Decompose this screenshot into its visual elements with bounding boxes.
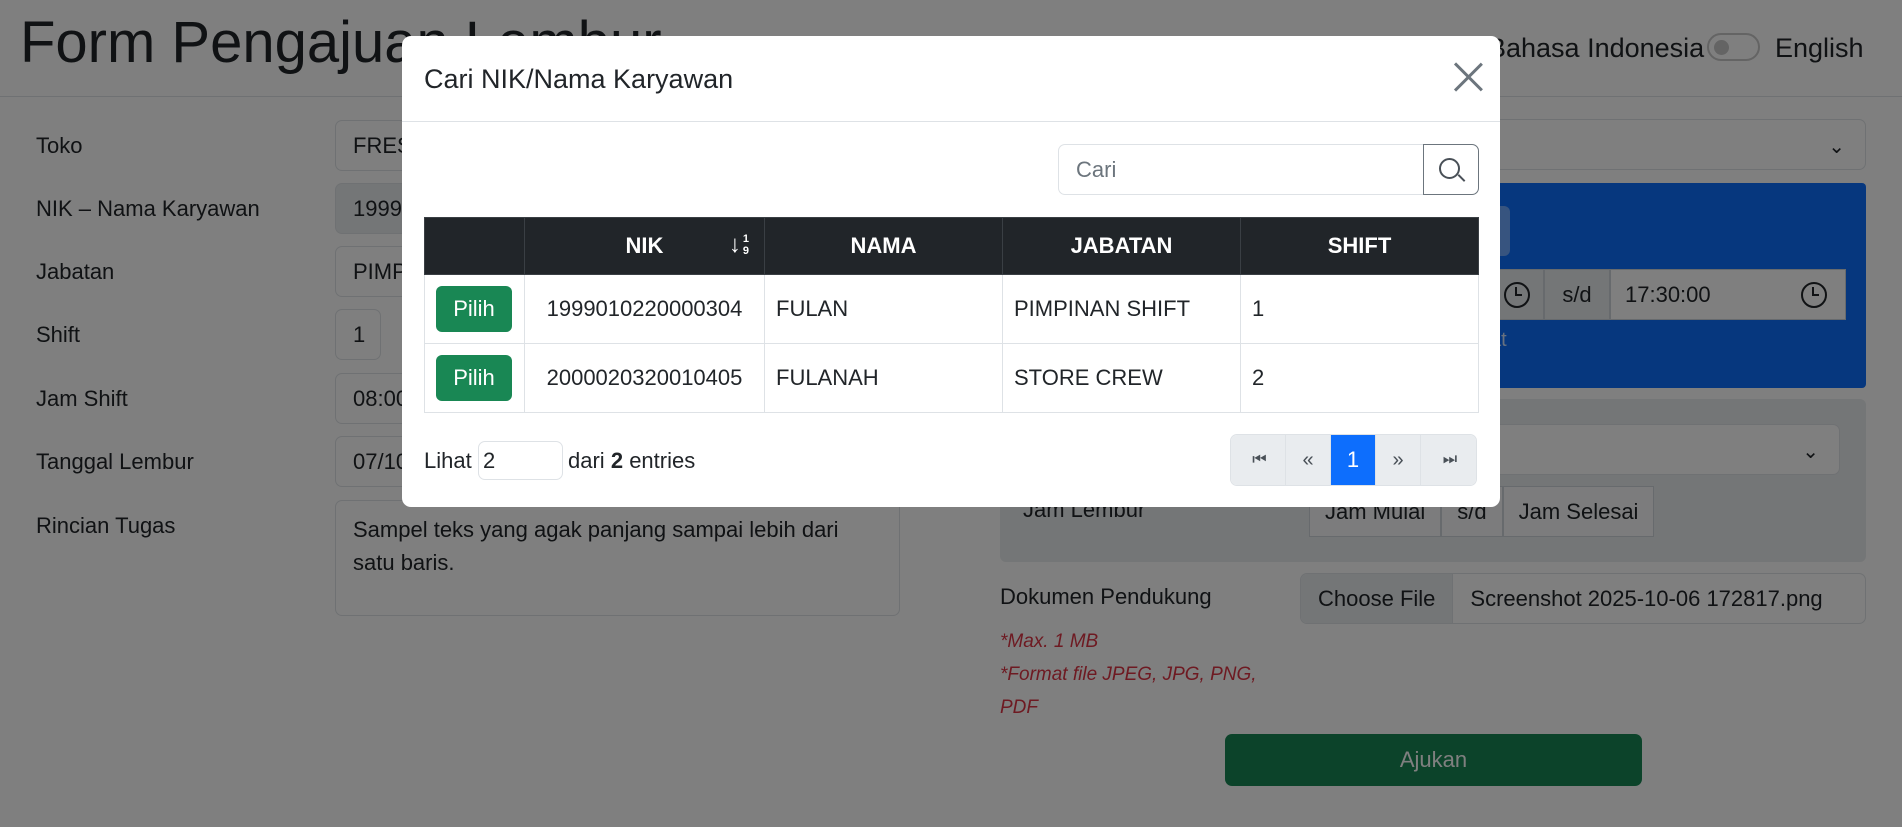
entries-label: entries — [629, 448, 696, 473]
jabatan-cell: PIMPINAN SHIFT — [1002, 274, 1241, 344]
nik-cell: 2000020320010405 — [524, 343, 765, 413]
sort-num-top: 1 — [742, 233, 749, 245]
column-header-action — [424, 217, 525, 275]
last-page-button[interactable]: ⏭ — [1421, 435, 1476, 485]
entries-info: dari 2 entries — [568, 446, 695, 476]
pilih-button[interactable]: Pilih — [436, 286, 512, 332]
shift-cell: 2 — [1240, 343, 1479, 413]
search-button[interactable] — [1423, 144, 1479, 195]
table-header-row: NIK ↓ 19 NAMA JABATAN SHIFT — [424, 217, 1479, 275]
close-icon[interactable] — [1453, 62, 1483, 92]
action-cell: Pilih — [424, 343, 525, 413]
action-cell: Pilih — [424, 274, 525, 344]
column-header-nama[interactable]: NAMA — [764, 217, 1003, 275]
sort-num-bottom: 9 — [742, 245, 749, 257]
modal-title: Cari NIK/Nama Karyawan — [424, 64, 734, 94]
search-input[interactable]: Cari — [1058, 144, 1424, 195]
search-icon — [1439, 157, 1460, 179]
nik-cell: 1999010220000304 — [524, 274, 765, 344]
nama-cell: FULANAH — [764, 343, 1003, 413]
column-header-nik-label: NIK — [625, 233, 664, 258]
nama-cell: FULAN — [764, 274, 1003, 344]
search-employee-modal: Cari NIK/Nama Karyawan Cari NIK ↓ 19 NAM… — [402, 36, 1500, 507]
table-row: Pilih 2000020320010405 FULANAH STORE CRE… — [424, 343, 1479, 413]
dari-label: dari — [568, 448, 605, 473]
column-header-nik[interactable]: NIK ↓ 19 — [524, 217, 765, 275]
lihat-label: Lihat — [424, 448, 472, 473]
employee-table: NIK ↓ 19 NAMA JABATAN SHIFT Pilih 199901… — [424, 217, 1479, 413]
first-page-button[interactable]: ⏮ — [1231, 435, 1286, 485]
column-header-jabatan[interactable]: JABATAN — [1002, 217, 1241, 275]
shift-cell: 1 — [1240, 274, 1479, 344]
total-entries: 2 — [610, 448, 624, 473]
sort-numeric-asc-icon: ↓ 19 — [728, 231, 749, 258]
pagination: ⏮ « 1 » ⏭ — [1230, 434, 1477, 486]
jabatan-cell: STORE CREW — [1002, 343, 1241, 413]
table-row: Pilih 1999010220000304 FULAN PIMPINAN SH… — [424, 274, 1479, 344]
last-page-icon: ⏭ — [1442, 451, 1458, 468]
modal-header: Cari NIK/Nama Karyawan — [402, 36, 1500, 122]
pilih-button[interactable]: Pilih — [436, 355, 512, 401]
page-length-input[interactable]: 2 — [478, 441, 563, 480]
prev-page-button[interactable]: « — [1286, 435, 1331, 485]
next-page-button[interactable]: » — [1376, 435, 1421, 485]
current-page-button[interactable]: 1 — [1331, 435, 1376, 485]
column-header-shift[interactable]: SHIFT — [1240, 217, 1479, 275]
first-page-icon: ⏮ — [1252, 451, 1267, 468]
